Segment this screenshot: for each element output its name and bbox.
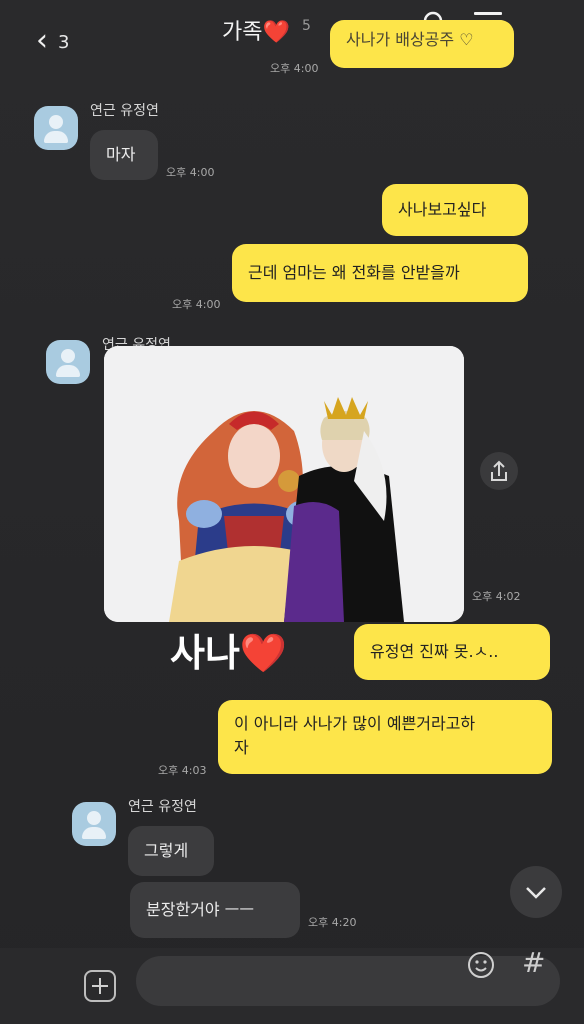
message-bubble[interactable]: 유정연 진짜 못.ㅅ.. [354,624,550,680]
sender-name: 연근 유정연 [128,799,197,815]
avatar[interactable] [34,106,78,150]
chat-title: 가족❤️ [222,14,290,46]
message-time: 오후 4:00 [172,298,221,311]
message-text-line: 이 아니라 사나가 많이 예쁜거라고하 [234,714,476,733]
share-icon[interactable] [480,452,518,490]
message-bubble-partial: 사나가 배상공주 ♡ [330,20,514,68]
plus-icon[interactable] [84,970,116,1002]
message-text: 분장한거야 ㅡㅡ [146,900,255,919]
avatar[interactable] [46,340,90,384]
message-text: 사나가 배상공주 ♡ [346,30,474,49]
unread-count: 3 [58,32,70,53]
message-text-line: 자 [234,738,249,757]
message-text: 근데 엄마는 왜 전화를 안받을까 [248,263,460,282]
message-bubble[interactable]: 그렇게 [128,826,214,876]
message-time: 오후 4:00 [270,62,319,75]
message-text: 사나보고싶다 [398,200,487,219]
message-text: 마자 [106,145,136,164]
hash-icon[interactable]: # [522,946,545,979]
member-count: 5 [302,18,311,34]
chevron-down-icon [526,887,546,899]
scroll-to-bottom-button[interactable] [510,866,562,918]
heart-icon: ❤️ [262,20,290,45]
sender-name: 연근 유정연 [90,103,159,119]
avatar[interactable] [72,802,116,846]
overlay-caption: 사나❤️ [170,622,287,677]
heart-icon: ❤️ [239,631,288,675]
message-text: 그렇게 [144,841,189,860]
message-time: 오후 4:02 [472,590,521,603]
message-bubble[interactable]: 근데 엄마는 왜 전화를 안받을까 [232,244,528,302]
message-bubble[interactable]: 이 아니라 사나가 많이 예쁜거라고하 자 [218,700,552,774]
caption-text: 사나 [170,631,240,675]
message-text: 유정연 진짜 못.ㅅ.. [370,642,499,661]
message-time: 오후 4:00 [166,166,215,179]
message-time: 오후 4:20 [308,916,357,929]
chat-screen: ‹ 3 가족❤️ 5 사나가 배상공주 ♡ 오후 4:00 연근 유정연 마자 … [0,0,584,1024]
message-bubble[interactable]: 마자 [90,130,158,180]
photo-message[interactable] [104,346,464,622]
chat-title-text: 가족 [222,20,263,45]
message-time: 오후 4:03 [158,764,207,777]
photo-image [104,346,464,622]
message-input[interactable] [136,956,560,1006]
emoji-icon[interactable] [466,950,496,980]
back-icon[interactable]: ‹ [36,26,48,56]
message-bubble[interactable]: 사나보고싶다 [382,184,528,236]
message-bubble[interactable]: 분장한거야 ㅡㅡ [130,882,300,938]
